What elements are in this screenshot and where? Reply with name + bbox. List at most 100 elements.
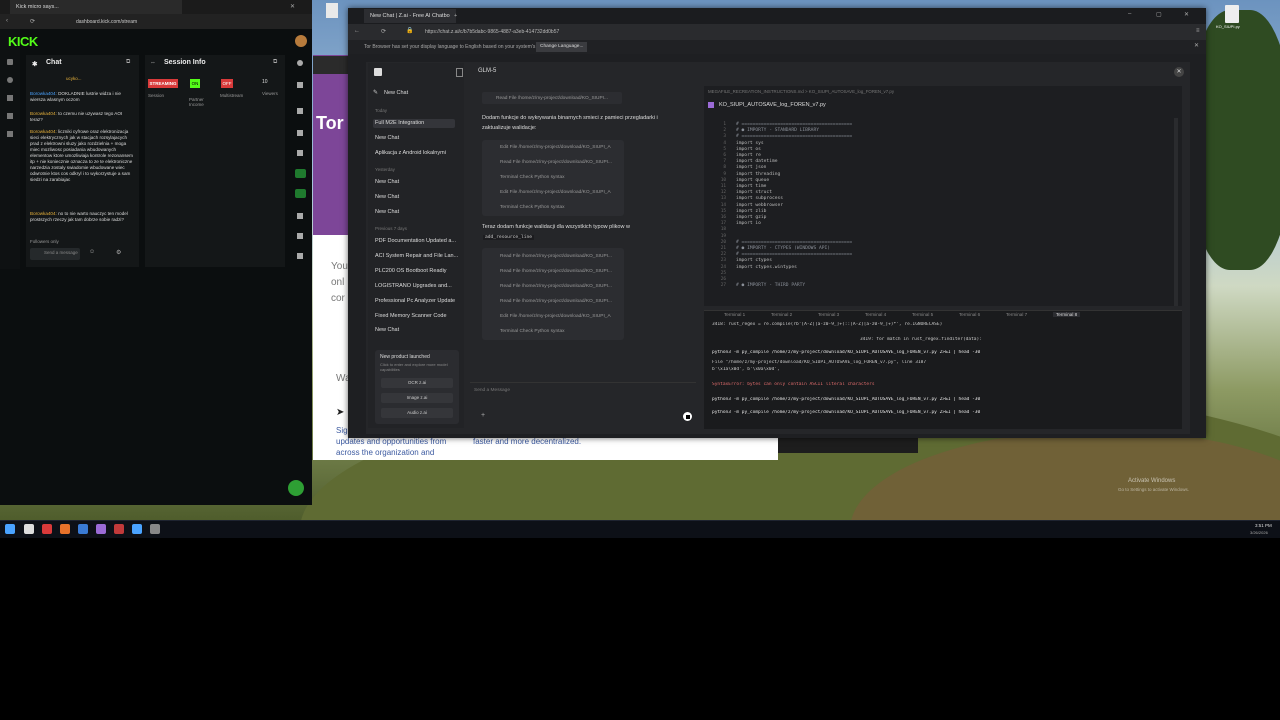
step-read-file[interactable]: Read File /home/z/my-project/download/KO… (500, 299, 612, 304)
back-icon[interactable]: ← (354, 28, 360, 34)
reload-icon[interactable]: ⟳ (381, 28, 386, 35)
explorer-icon[interactable] (78, 524, 88, 534)
step-read-file[interactable]: Read File /home/z/my-project/download/KO… (500, 254, 612, 259)
minimize-icon[interactable]: – (1128, 11, 1131, 17)
search-icon[interactable] (24, 524, 34, 534)
stop-button[interactable] (683, 412, 692, 421)
pinned-user[interactable]: ucyko... (66, 76, 82, 81)
terminal-tab[interactable]: Terminal 2 (771, 312, 792, 317)
maximize-icon[interactable]: ▢ (1156, 11, 1162, 18)
lock-icon[interactable]: 🔒 (406, 27, 417, 36)
app-icon[interactable] (42, 524, 52, 534)
step-terminal[interactable]: Terminal Check Python syntax (500, 205, 565, 210)
audio-button[interactable]: Audio z.ai (381, 408, 453, 418)
start-icon[interactable] (5, 524, 15, 534)
terminal-tab[interactable]: Terminal 1 (724, 312, 745, 317)
sidebar-item[interactable]: New Chat (375, 135, 399, 141)
step-edit-file[interactable]: Edit File /home/z/my-project/download/KO… (500, 145, 611, 150)
kick-logo[interactable]: KICK (8, 34, 38, 49)
zai-logo[interactable] (374, 68, 382, 76)
close-icon[interactable]: ✕ (290, 3, 295, 10)
info-icon[interactable] (297, 60, 303, 66)
terminal-tab[interactable]: Terminal 3 (818, 312, 839, 317)
community-icon[interactable] (7, 113, 13, 119)
reload-icon[interactable]: ⟳ (30, 18, 35, 25)
media-icon[interactable] (114, 524, 124, 534)
step-read-file[interactable]: Read File /home/z/my-project/download/KO… (500, 269, 612, 274)
layout-icon[interactable] (297, 213, 303, 219)
promo-card[interactable]: New product launched Click to enter and … (375, 350, 459, 424)
sidebar-item[interactable]: Fixed Memory Scanner Code (375, 313, 447, 319)
ocr-button[interactable]: OCR z.ai (381, 378, 453, 388)
close-icon[interactable]: ✕ (1174, 67, 1184, 77)
close-icon[interactable]: ✕ (1184, 11, 1189, 18)
back-icon[interactable]: ‹ (6, 18, 8, 24)
step-read-file[interactable]: Read File /home/z/my-project/download/KO… (500, 284, 612, 289)
avatar[interactable] (295, 35, 307, 47)
bolt-icon[interactable] (297, 253, 303, 259)
terminal-tab[interactable]: Terminal 8 (1053, 312, 1081, 317)
desktop-file-icon[interactable] (1225, 5, 1239, 23)
desktop-doc-icon[interactable] (326, 3, 338, 18)
settings-icon[interactable] (150, 524, 160, 534)
tool-icon[interactable] (297, 150, 303, 156)
terminal-tab[interactable]: Terminal 5 (912, 312, 933, 317)
close-icon[interactable] (297, 108, 303, 114)
change-language-button[interactable]: Change Language... (536, 42, 588, 52)
wrench-icon[interactable] (297, 233, 303, 239)
kick-tab[interactable]: Kick micro says... (10, 0, 182, 14)
sidebar-item[interactable]: Professional Pc Analyzer Update (375, 298, 455, 304)
stream-icon[interactable] (7, 77, 13, 83)
step-read-file[interactable]: Read File /home/z/my-project/download/KO… (500, 160, 612, 165)
chat-input[interactable]: Send a message (30, 248, 80, 260)
sidebar-item[interactable]: PDF Documentation Updated a... (375, 238, 456, 244)
menu-icon[interactable]: ≡ (1196, 28, 1200, 34)
sidebar-item[interactable]: New Chat (375, 179, 399, 185)
new-chat-button[interactable]: New Chat (384, 90, 408, 96)
attach-icon[interactable]: + (481, 412, 485, 419)
chat-user[interactable]: Borowka404: (30, 91, 57, 96)
message-input-area[interactable]: Send a Message + (470, 382, 696, 427)
sidebar-item[interactable]: ACI System Repair and File Lan... (375, 253, 458, 259)
sidebar-toggle-icon[interactable] (456, 68, 463, 77)
share-icon[interactable] (297, 130, 303, 136)
terminal-tab[interactable]: Terminal 4 (865, 312, 886, 317)
terminal-tab[interactable]: Terminal 7 (1006, 312, 1027, 317)
tor-icon[interactable] (96, 524, 106, 534)
kick-help-fab[interactable] (288, 480, 304, 496)
chat-toggle-icon[interactable] (295, 169, 306, 178)
home-icon[interactable] (7, 59, 13, 65)
sidebar-item[interactable]: Aplikacja z Android lokalnymi (375, 150, 446, 156)
emoji-icon[interactable]: ☺ (89, 249, 95, 255)
popout-icon[interactable]: ⧉ (273, 59, 277, 66)
sidebar-item[interactable]: PLC200 OS Bootboot Readiy (375, 268, 447, 274)
firefox-icon[interactable] (60, 524, 70, 534)
chrome-icon[interactable] (132, 524, 142, 534)
chat-user[interactable]: Borowka404: (30, 111, 57, 116)
analytics-icon[interactable] (7, 95, 13, 101)
new-tab-button[interactable]: + (448, 9, 463, 23)
step-edit-file[interactable]: Edit File /home/z/my-project/download/KO… (500, 314, 611, 319)
edit-icon[interactable] (297, 82, 303, 88)
sidebar-item[interactable]: New Chat (375, 194, 399, 200)
step-read-file[interactable]: Read File /home/z/my-project/download/KO… (496, 96, 608, 101)
editor-scrollbar[interactable] (1174, 118, 1178, 306)
clock-date[interactable]: 3/26/2026 (1250, 530, 1268, 535)
split-toggle-icon[interactable] (295, 189, 306, 198)
popout-icon[interactable]: ⧉ (126, 59, 130, 66)
clock-time[interactable]: 3:51 PM (1255, 523, 1272, 528)
kick-url[interactable]: dashboard.kick.com/stream (76, 19, 137, 25)
step-terminal[interactable]: Terminal Check Python syntax (500, 329, 565, 334)
chat-user[interactable]: Borowka404: (30, 211, 57, 216)
model-selector[interactable]: GLM-5 (478, 68, 496, 74)
sidebar-item[interactable]: Full M2E Integration (375, 120, 424, 126)
terminal-tab[interactable]: Terminal 6 (959, 312, 980, 317)
close-notice-icon[interactable]: ✕ (1194, 42, 1199, 49)
chat-user[interactable]: Borowka404: (30, 129, 57, 134)
desktop-file-label[interactable]: KO_SIUPI.py (1216, 24, 1240, 29)
sidebar-item[interactable]: LOGISTRANO Upgrades and... (375, 283, 452, 289)
sidebar-item[interactable]: New Chat (375, 209, 399, 215)
step-terminal[interactable]: Terminal Check Python syntax (500, 175, 565, 180)
zai-tab[interactable]: New Chat | Z.ai - Free AI Chatbo (364, 9, 456, 23)
gear-icon[interactable]: ⚙ (116, 249, 121, 256)
